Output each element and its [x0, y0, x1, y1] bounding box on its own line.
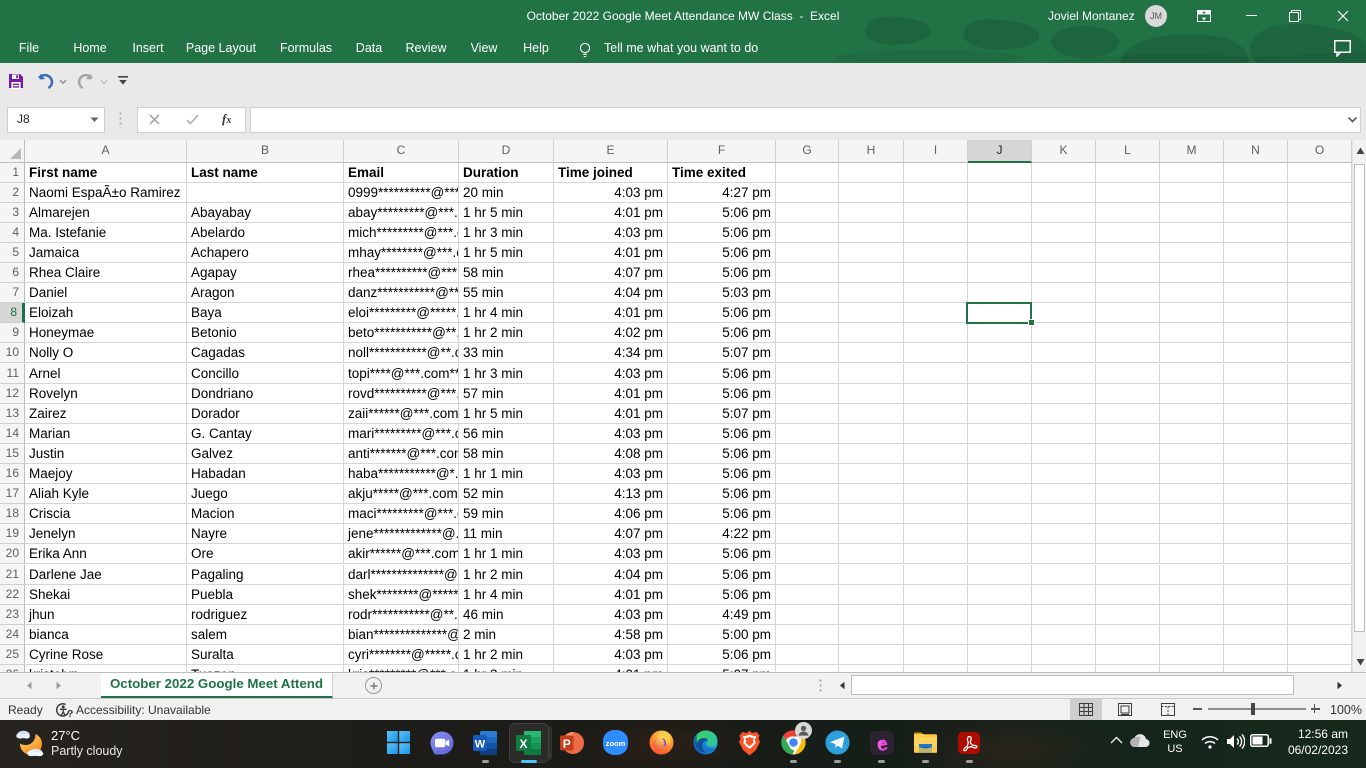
svg-text:W: W [475, 738, 486, 750]
svg-text:X: X [519, 736, 527, 750]
svg-text:zoom: zoom [606, 739, 626, 748]
svg-text:P: P [563, 736, 571, 750]
svg-text:?: ? [67, 708, 73, 718]
